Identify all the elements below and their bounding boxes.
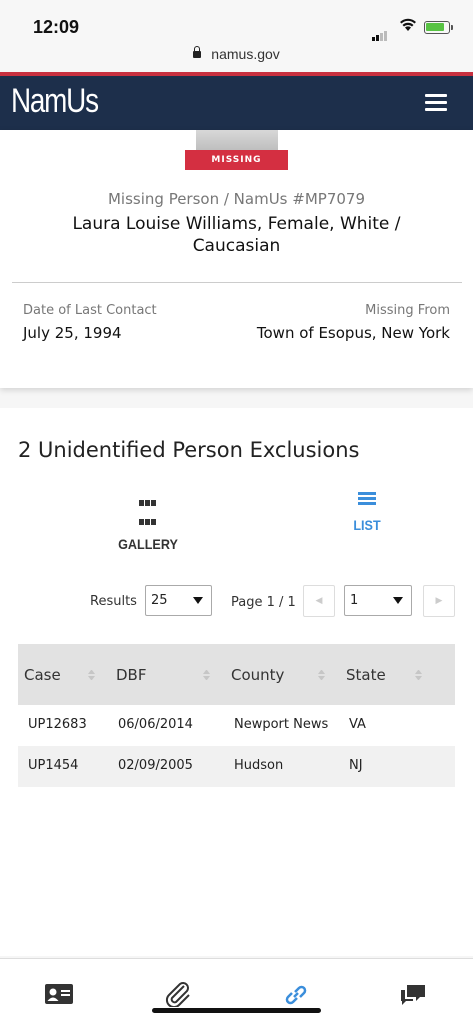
section-title: 2 Unidentified Person Exclusions (18, 438, 360, 462)
signal-icon (372, 22, 388, 41)
address-bar[interactable]: namus.gov (0, 42, 473, 70)
results-per-page-select[interactable]: 25 (145, 585, 212, 616)
table-row[interactable]: UP1454 02/09/2005 Hudson NJ (18, 746, 455, 787)
table-header: Case DBF County State (18, 644, 455, 705)
battery-icon (424, 21, 453, 34)
previous-page-button[interactable]: ◀ (303, 585, 335, 617)
home-indicator (152, 1008, 321, 1013)
county-cell: Hudson (234, 758, 284, 773)
exclusions-table: Case DBF County State UP12683 06/06/2014… (18, 644, 455, 787)
gallery-view-toggle[interactable]: GALLERY (98, 492, 198, 552)
clock: 12:09 (33, 17, 80, 37)
column-header-state[interactable]: State (346, 666, 386, 684)
dbf-cell: 06/06/2014 (118, 717, 193, 732)
chevron-down-icon (393, 597, 403, 604)
list-view-toggle[interactable]: LIST (317, 492, 417, 533)
column-header-case[interactable]: Case (24, 666, 61, 684)
sort-icon[interactable] (318, 670, 325, 680)
chevron-down-icon (193, 597, 203, 604)
state-cell: VA (349, 717, 366, 732)
hamburger-menu-icon[interactable] (425, 94, 447, 112)
list-icon (358, 492, 376, 507)
exclusions-section: 2 Unidentified Person Exclusions GALLERY… (0, 408, 473, 956)
page-select[interactable]: 1 (344, 585, 412, 616)
site-header: NamUs (0, 72, 473, 130)
link-icon[interactable] (281, 981, 311, 1007)
page-indicator: Page 1 / 1 (231, 595, 296, 610)
case-cell[interactable]: UP12683 (28, 717, 87, 732)
chat-icon[interactable] (398, 981, 428, 1007)
sort-icon[interactable] (203, 670, 210, 680)
column-header-dbf[interactable]: DBF (116, 666, 146, 684)
lock-icon (193, 46, 202, 58)
date-of-last-contact-value: July 25, 1994 (23, 324, 122, 342)
gallery-label: GALLERY (118, 536, 178, 552)
missing-badge: MISSING (185, 150, 288, 170)
namus-logo[interactable]: NamUs (11, 82, 99, 121)
state-cell: NJ (349, 758, 363, 773)
missing-from-label: Missing From (365, 303, 450, 318)
list-label: LIST (353, 517, 381, 533)
person-summary-card: MISSING Missing Person / NamUs #MP7079 L… (0, 130, 473, 388)
case-number: Missing Person / NamUs #MP7079 (107, 190, 365, 208)
person-name: Laura Louise Williams, Female, White / C… (72, 214, 401, 256)
paperclip-icon[interactable] (163, 981, 193, 1007)
column-header-county[interactable]: County (231, 666, 284, 684)
results-label: Results (90, 594, 137, 609)
grid-icon (139, 492, 157, 525)
county-cell: Newport News (234, 717, 329, 732)
page-select-value: 1 (350, 593, 359, 608)
results-per-page-value: 25 (151, 593, 168, 608)
person-photo[interactable] (196, 130, 278, 152)
status-bar: 12:09 (0, 0, 473, 42)
divider (12, 282, 462, 283)
case-cell[interactable]: UP1454 (28, 758, 78, 773)
table-row[interactable]: UP12683 06/06/2014 Newport News VA (18, 705, 455, 746)
dbf-cell: 02/09/2005 (118, 758, 193, 773)
wifi-icon (400, 18, 416, 31)
date-of-last-contact-label: Date of Last Contact (23, 303, 157, 318)
id-card-icon[interactable] (44, 981, 74, 1007)
next-page-button[interactable]: ▶ (423, 585, 455, 617)
url-text: namus.gov (211, 46, 280, 62)
bottom-tab-bar (0, 958, 473, 1024)
missing-from-value: Town of Esopus, New York (256, 324, 450, 342)
sort-icon[interactable] (88, 670, 95, 680)
sort-icon[interactable] (415, 670, 422, 680)
